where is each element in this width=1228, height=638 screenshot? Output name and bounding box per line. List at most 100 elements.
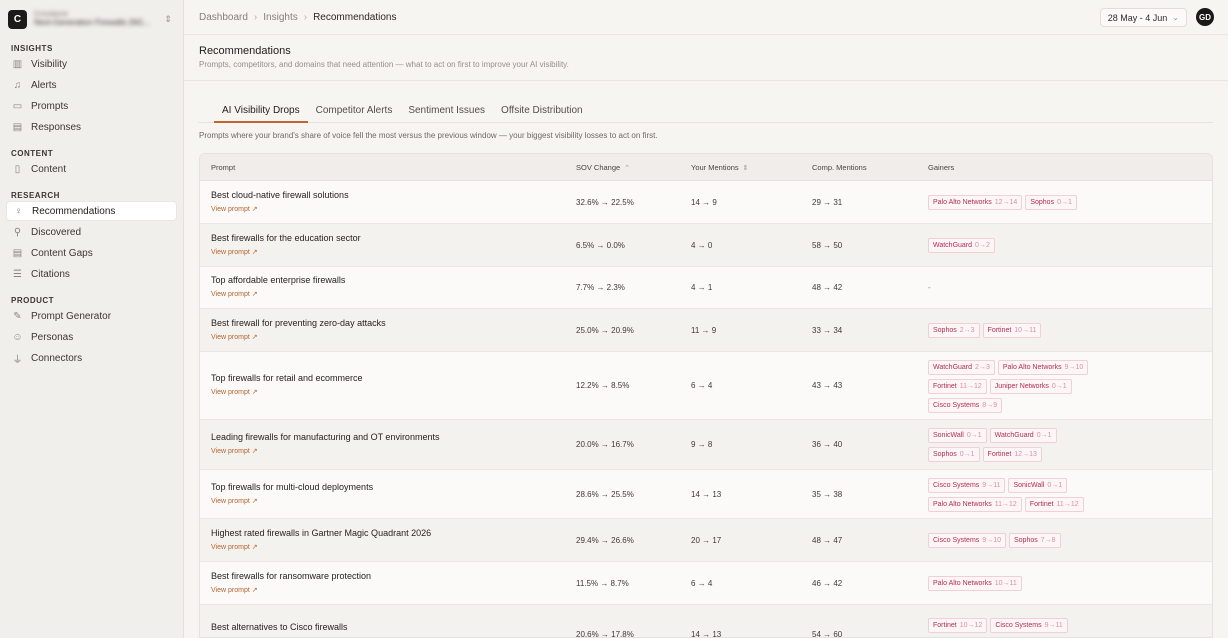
sidebar-item-connectors[interactable]: ⏚ Connectors — [6, 348, 177, 368]
gainers-list: Fortinet10→12Cisco Systems9→11SonicWall2… — [928, 618, 1108, 637]
table-row[interactable]: Best firewalls for the education sector V… — [200, 224, 1212, 267]
gainer-name: Cisco Systems — [995, 622, 1042, 629]
sidebar-item-citations[interactable]: ☰ Citations — [6, 264, 177, 284]
view-prompt-link[interactable]: View prompt ↗ — [211, 586, 258, 594]
sidebar-section-label: PRODUCT — [11, 296, 55, 305]
sidebar-section-label: INSIGHTS — [11, 44, 53, 53]
sov-change-value: 11.5% → 8.7% — [576, 578, 629, 588]
document-icon: ▤ — [12, 121, 23, 133]
table-row[interactable]: Top firewalls for multi-cloud deployment… — [200, 470, 1212, 519]
wand-icon: ✎ — [13, 310, 22, 322]
breadcrumb: Dashboard › Insights › Recommendations — [199, 12, 396, 23]
gainer-name: WatchGuard — [933, 363, 973, 371]
sidebar-item-label: Recommendations — [32, 205, 116, 217]
table-row[interactable]: Best alternatives to Cisco firewallsView… — [200, 605, 1212, 637]
column-sov-change[interactable]: SOV Change ⌃ — [576, 163, 630, 172]
gainer-chip: Palo Alto Networks 11→12 — [928, 496, 1022, 512]
gainer-chip: SonicWall 0→1 — [1008, 477, 1068, 493]
gainer-change: 0→2 — [975, 242, 990, 249]
gainer-chip: Cisco Systems 9→11 — [990, 618, 1068, 633]
sidebar-item-label: Content Gaps — [31, 247, 93, 259]
table-row[interactable]: Leading firewalls for manufacturing and … — [200, 420, 1212, 470]
comp-mentions-value: 58 → 50 — [812, 240, 843, 250]
column-sov-change-label: SOV Change — [576, 163, 621, 172]
gainer-name: Cisco Systems — [933, 537, 980, 544]
gainers-list: Sophos 2→3 Fortinet 10→11 — [928, 323, 1108, 338]
search-icon: ⚲ — [13, 226, 22, 238]
tab-competitor-alerts[interactable]: Competitor Alerts — [308, 99, 401, 122]
sidebar-item-label: Alerts — [31, 79, 57, 91]
view-prompt-link[interactable]: View prompt ↗ — [211, 290, 258, 298]
sidebar-item-label: Connectors — [31, 352, 83, 364]
tab-ai-visibility-drops[interactable]: AI Visibility Drops — [214, 99, 308, 123]
tab-sentiment-issues[interactable]: Sentiment Issues — [400, 99, 493, 122]
table-row[interactable]: Best firewall for preventing zero-day at… — [200, 309, 1212, 352]
sov-change-value: 28.6% → 25.5% — [576, 489, 634, 499]
gainer-change: 11→12 — [994, 500, 1017, 508]
sidebar-item-label: Visibility — [31, 58, 67, 70]
gainers-list: Palo Alto Networks 10→11 — [928, 576, 1108, 591]
sidebar-item-visibility[interactable]: ▥ Visibility — [6, 54, 177, 74]
gainer-change: 9→11 — [982, 481, 1001, 489]
column-your-mentions[interactable]: Your Mentions ⇕ — [691, 163, 749, 172]
gainer-name: Palo Alto Networks — [933, 500, 992, 508]
prompt-text: Top affordable enterprise firewalls — [211, 275, 346, 285]
page-title: Recommendations — [199, 45, 291, 57]
gainers-empty: - — [928, 283, 931, 292]
sidebar: C Crossbone Next-Generation Firewalls (N… — [0, 0, 184, 638]
sidebar-item-prompt-generator[interactable]: ✎ Prompt Generator — [6, 306, 177, 326]
comp-mentions-value: 43 → 43 — [812, 381, 843, 390]
gainer-name: WatchGuard — [994, 432, 1034, 439]
tab-bar: AI Visibility Drops Competitor Alerts Se… — [198, 99, 1213, 123]
page-icon: ▯ — [14, 163, 21, 175]
table-row[interactable]: Top affordable enterprise firewalls View … — [200, 267, 1212, 309]
gainer-change: 12→13 — [1014, 451, 1037, 458]
gainer-name: Sophos — [933, 327, 957, 334]
gainers-list: Cisco Systems 9→10 Sophos 7→8 — [928, 533, 1108, 548]
sidebar-item-label: Personas — [31, 331, 74, 343]
sidebar-item-alerts[interactable]: ♫ Alerts — [6, 75, 177, 95]
table-row[interactable]: Top firewalls for retail and ecommerce Vi… — [200, 352, 1212, 420]
table-row[interactable]: Best firewalls for ransomware protection… — [200, 562, 1212, 605]
gainers-list: Palo Alto Networks 12→14 Sophos 0→1 — [928, 195, 1108, 210]
view-prompt-link[interactable]: View prompt ↗ — [211, 543, 258, 551]
view-prompt-link[interactable]: View prompt ↗ — [211, 447, 258, 455]
sidebar-item-content-gaps[interactable]: ▤ Content Gaps — [6, 243, 177, 263]
avatar[interactable]: GD — [1196, 8, 1214, 26]
gainer-name: Palo Alto Networks — [1002, 363, 1062, 371]
lightbulb-icon: ♀ — [14, 205, 23, 217]
gainer-chip: Fortinet 11→12 — [928, 378, 987, 394]
sidebar-item-responses[interactable]: ▤ Responses — [6, 117, 177, 137]
breadcrumb-dashboard[interactable]: Dashboard — [199, 12, 248, 23]
gainer-chip: WatchGuard 0→2 — [928, 238, 995, 253]
view-prompt-link[interactable]: View prompt ↗ — [211, 388, 258, 396]
comp-mentions-value: 33 → 34 — [812, 325, 843, 335]
date-range-picker[interactable]: 28 May - 4 Jun ⌄ — [1099, 8, 1187, 27]
breadcrumb-insights[interactable]: Insights — [263, 12, 297, 23]
gainer-chip: Fortinet 11→12 — [1024, 496, 1084, 512]
view-prompt-link[interactable]: View prompt ↗ — [211, 497, 258, 505]
top-bar: Dashboard › Insights › Recommendations 2… — [184, 0, 1228, 35]
bell-icon: ♫ — [13, 79, 22, 91]
comp-mentions-value: 36 → 40 — [812, 440, 843, 449]
table-row[interactable]: Highest rated firewalls in Gartner Magic… — [200, 519, 1212, 562]
prompt-text: Best cloud-native firewall solutions — [211, 189, 349, 200]
sidebar-item-discovered[interactable]: ⚲ Discovered — [6, 222, 177, 242]
workspace-switcher[interactable]: C Crossbone Next-Generation Firewalls (N… — [8, 0, 175, 34]
sidebar-item-label: Content — [31, 163, 67, 175]
view-prompt-link[interactable]: View prompt ↗ — [211, 333, 258, 341]
workspace-org: Crossbone — [34, 11, 68, 18]
prompt-text: Best alternatives to Cisco firewalls — [211, 622, 348, 632]
gainer-chip: Sophos 0→1 — [928, 447, 980, 462]
sidebar-item-personas[interactable]: ☺ Personas — [6, 327, 177, 347]
comp-mentions-value: 35 → 38 — [812, 489, 843, 499]
table-row[interactable]: Best cloud-native firewall solutions View… — [200, 181, 1212, 224]
tab-offsite-distribution[interactable]: Offsite Distribution — [493, 99, 591, 122]
view-prompt-link[interactable]: View prompt ↗ — [211, 248, 258, 256]
sidebar-item-recommendations[interactable]: ♀ Recommendations — [6, 201, 177, 221]
view-prompt-link[interactable]: View prompt ↗ — [211, 205, 258, 213]
sidebar-item-prompts[interactable]: ▭ Prompts — [6, 96, 177, 116]
gainer-name: Sophos — [1013, 537, 1038, 544]
gainer-change: 12→14 — [994, 199, 1018, 206]
sidebar-item-content[interactable]: ▯ Content — [6, 159, 177, 179]
